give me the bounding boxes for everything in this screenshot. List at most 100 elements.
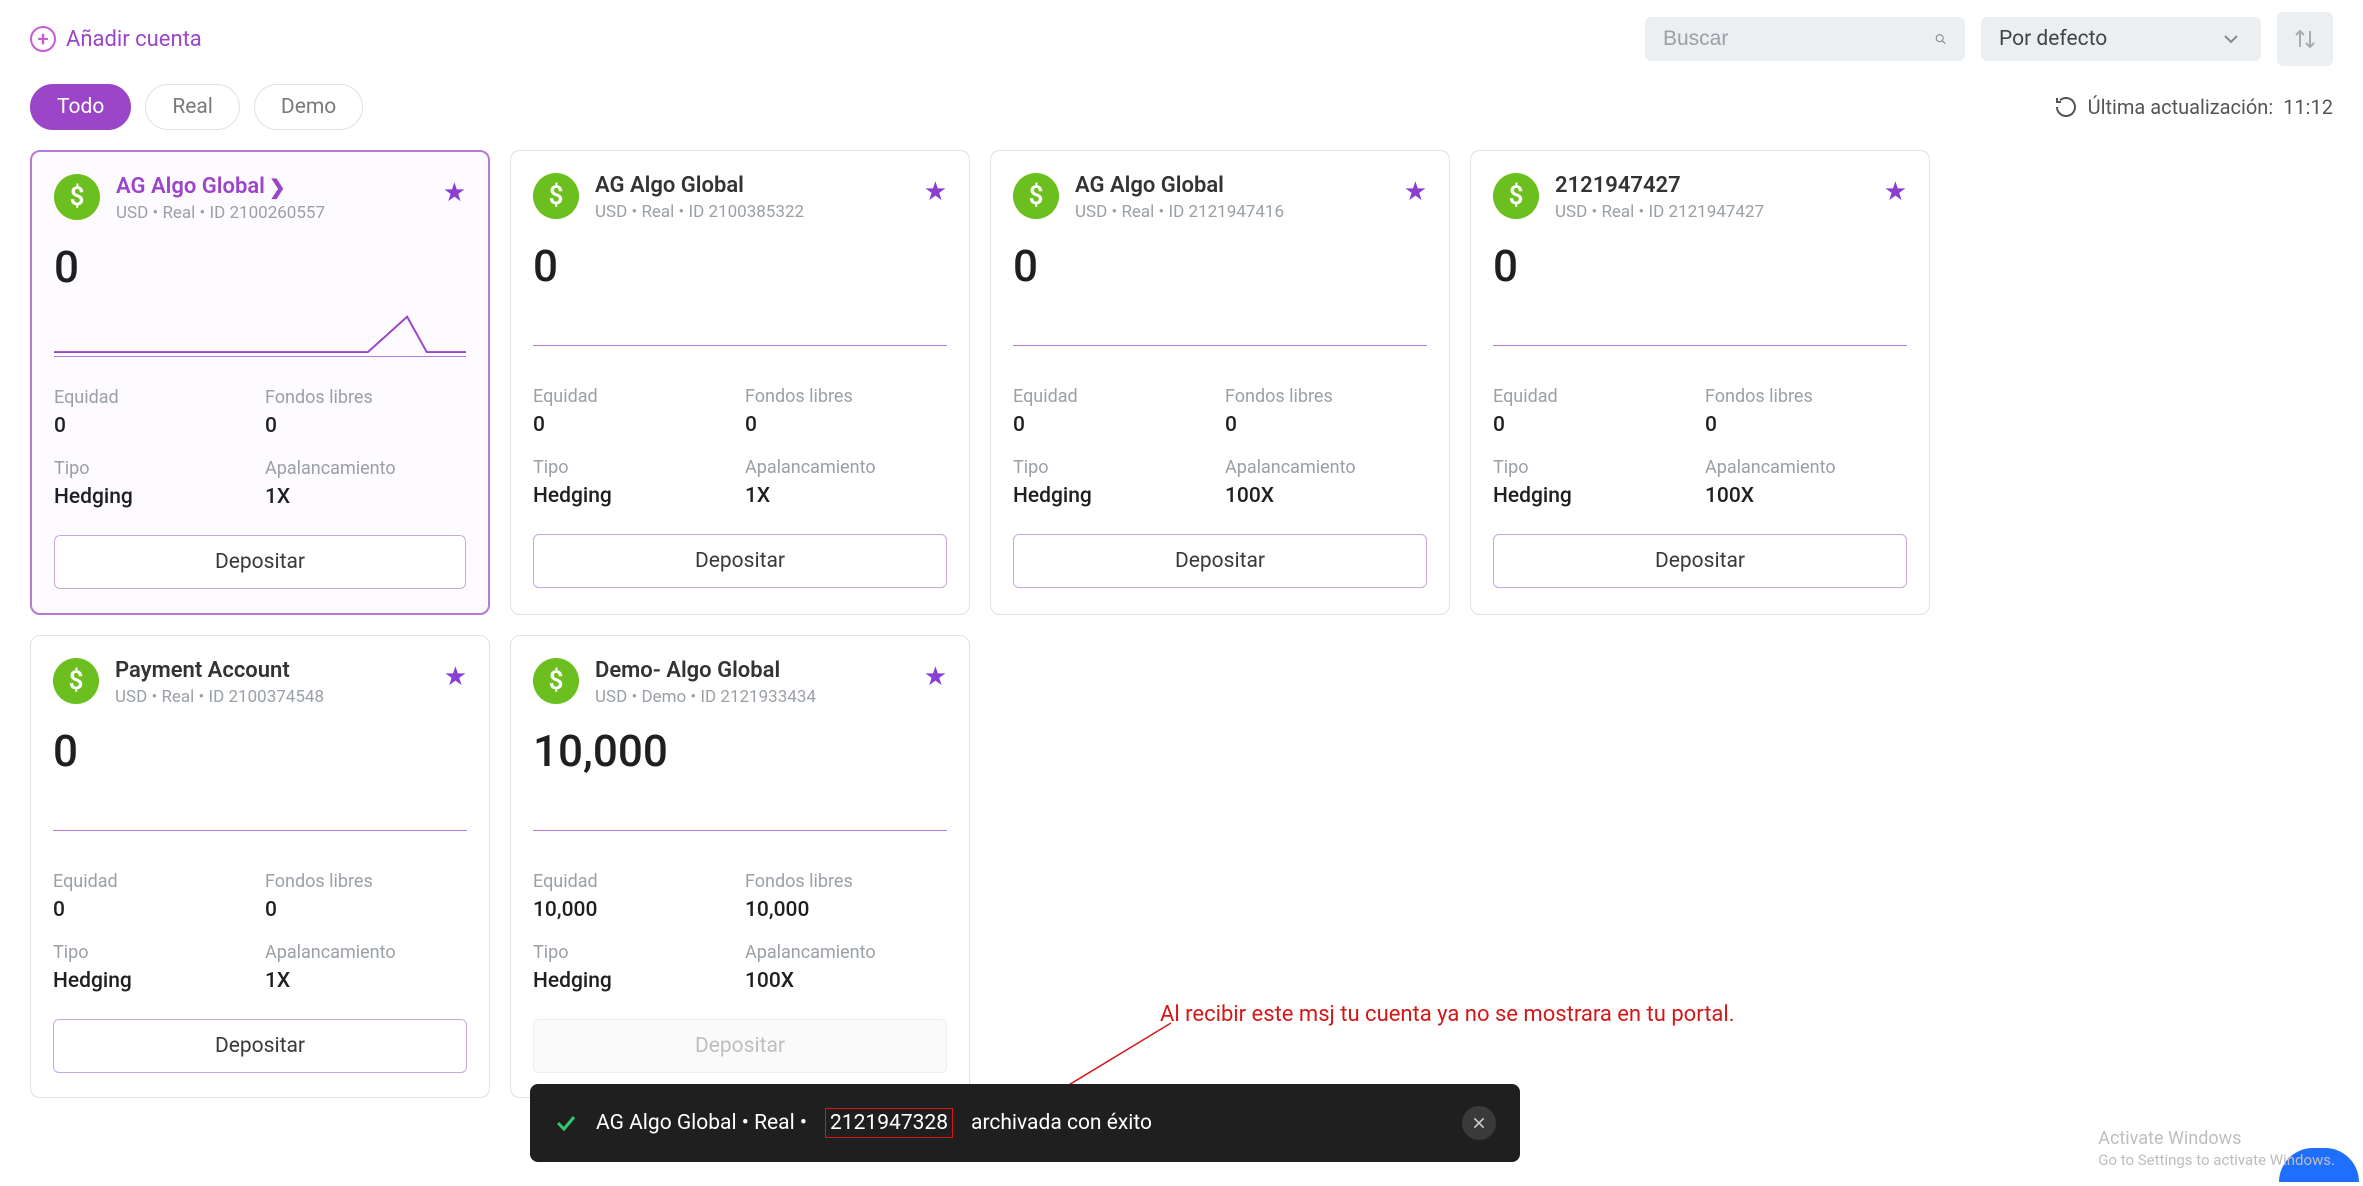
- free-funds-value: 0: [1705, 413, 1907, 437]
- account-card[interactable]: $ AG Algo Global ❯ USD • Real • ID 21002…: [30, 150, 490, 615]
- deposit-button: Depositar: [533, 1019, 947, 1073]
- free-funds-label: Fondos libres: [745, 386, 947, 407]
- account-balance: 0: [1013, 240, 1427, 292]
- leverage-value: 100X: [745, 969, 947, 993]
- account-sub: USD • Real • ID 2121947416: [1075, 202, 1388, 222]
- account-title: AG Algo Global ❯: [116, 174, 427, 199]
- last-update-time: 11:12: [2283, 95, 2333, 119]
- favorite-star-icon[interactable]: ★: [443, 180, 466, 206]
- type-label: Tipo: [53, 942, 255, 963]
- leverage-label: Apalancamiento: [265, 458, 466, 479]
- deposit-button[interactable]: Depositar: [1013, 534, 1427, 588]
- free-funds-label: Fondos libres: [1225, 386, 1427, 407]
- type-value: Hedging: [533, 484, 735, 508]
- free-funds-value: 0: [1225, 413, 1427, 437]
- account-title: Payment Account: [115, 658, 428, 683]
- account-sub: USD • Real • ID 2121947427: [1555, 202, 1868, 222]
- type-label: Tipo: [54, 458, 255, 479]
- deposit-button[interactable]: Depositar: [533, 534, 947, 588]
- equity-label: Equidad: [1493, 386, 1695, 407]
- free-funds-label: Fondos libres: [265, 871, 467, 892]
- add-account-label: Añadir cuenta: [66, 27, 202, 52]
- account-card[interactable]: $ Payment Account USD • Real • ID 210037…: [30, 635, 490, 1098]
- free-funds-label: Fondos libres: [265, 387, 466, 408]
- leverage-label: Apalancamiento: [1705, 457, 1907, 478]
- favorite-star-icon[interactable]: ★: [924, 664, 947, 690]
- add-account-button[interactable]: + Añadir cuenta: [30, 26, 202, 52]
- search-input[interactable]: [1663, 27, 1934, 51]
- account-sub: USD • Demo • ID 2121933434: [595, 687, 908, 707]
- sparkline: [53, 787, 467, 841]
- favorite-star-icon[interactable]: ★: [1884, 179, 1907, 205]
- filter-pill-real[interactable]: Real: [145, 84, 240, 130]
- leverage-value: 100X: [1705, 484, 1907, 508]
- filter-pill-all[interactable]: Todo: [30, 84, 131, 130]
- sort-icon: [2293, 27, 2317, 51]
- equity-value: 0: [54, 414, 255, 438]
- account-balance: 0: [533, 240, 947, 292]
- currency-icon: $: [1013, 173, 1059, 219]
- toast-close-button[interactable]: [1462, 1106, 1496, 1140]
- chevron-down-icon: [2219, 27, 2243, 51]
- search-box[interactable]: [1645, 17, 1965, 61]
- favorite-star-icon[interactable]: ★: [444, 664, 467, 690]
- refresh-icon[interactable]: [2054, 95, 2078, 119]
- currency-icon: $: [533, 658, 579, 704]
- free-funds-value: 0: [265, 898, 467, 922]
- leverage-label: Apalancamiento: [745, 457, 947, 478]
- plus-circle-icon: +: [30, 26, 56, 52]
- equity-label: Equidad: [533, 871, 735, 892]
- equity-value: 0: [1493, 413, 1695, 437]
- currency-icon: $: [1493, 173, 1539, 219]
- account-card[interactable]: $ AG Algo Global USD • Real • ID 2121947…: [990, 150, 1450, 615]
- type-value: Hedging: [1013, 484, 1215, 508]
- sparkline: [54, 303, 466, 357]
- account-sub: USD • Real • ID 2100374548: [115, 687, 428, 707]
- sort-label: Por defecto: [1999, 27, 2107, 51]
- sort-direction-button[interactable]: [2277, 12, 2333, 66]
- deposit-button[interactable]: Depositar: [53, 1019, 467, 1073]
- type-label: Tipo: [1493, 457, 1695, 478]
- toast-highlight: 2121947328: [825, 1108, 953, 1138]
- account-title: AG Algo Global: [595, 173, 908, 198]
- leverage-label: Apalancamiento: [1225, 457, 1427, 478]
- deposit-button[interactable]: Depositar: [54, 535, 466, 589]
- equity-value: 0: [1013, 413, 1215, 437]
- sparkline: [1013, 302, 1427, 356]
- account-sub: USD • Real • ID 2100385322: [595, 202, 908, 222]
- account-balance: 0: [54, 241, 466, 293]
- account-card[interactable]: $ AG Algo Global USD • Real • ID 2100385…: [510, 150, 970, 615]
- equity-label: Equidad: [53, 871, 255, 892]
- type-label: Tipo: [533, 457, 735, 478]
- favorite-star-icon[interactable]: ★: [1404, 179, 1427, 205]
- filter-pill-demo[interactable]: Demo: [254, 84, 363, 130]
- account-balance: 10,000: [533, 725, 947, 777]
- sort-dropdown[interactable]: Por defecto: [1981, 17, 2261, 61]
- favorite-star-icon[interactable]: ★: [924, 179, 947, 205]
- account-card[interactable]: $ Demo- Algo Global USD • Demo • ID 2121…: [510, 635, 970, 1098]
- currency-icon: $: [533, 173, 579, 219]
- type-label: Tipo: [533, 942, 735, 963]
- type-value: Hedging: [1493, 484, 1695, 508]
- sparkline: [1493, 302, 1907, 356]
- equity-label: Equidad: [54, 387, 255, 408]
- equity-label: Equidad: [533, 386, 735, 407]
- deposit-button[interactable]: Depositar: [1493, 534, 1907, 588]
- leverage-label: Apalancamiento: [745, 942, 947, 963]
- account-title: 2121947427: [1555, 173, 1868, 198]
- account-title: AG Algo Global: [1075, 173, 1388, 198]
- leverage-value: 1X: [265, 485, 466, 509]
- search-icon: [1934, 27, 1947, 51]
- free-funds-label: Fondos libres: [1705, 386, 1907, 407]
- toast-text-a: AG Algo Global • Real •: [596, 1111, 807, 1135]
- free-funds-value: 0: [265, 414, 466, 438]
- toast-text-b: archivada con éxito: [971, 1111, 1152, 1135]
- account-card[interactable]: $ 2121947427 USD • Real • ID 2121947427 …: [1470, 150, 1930, 615]
- currency-icon: $: [54, 174, 100, 220]
- sparkline: [533, 302, 947, 356]
- chevron-right-icon: ❯: [269, 175, 286, 199]
- success-toast: AG Algo Global • Real • 2121947328 archi…: [530, 1084, 1520, 1162]
- checkmark-icon: [554, 1111, 578, 1135]
- type-value: Hedging: [54, 485, 255, 509]
- equity-label: Equidad: [1013, 386, 1215, 407]
